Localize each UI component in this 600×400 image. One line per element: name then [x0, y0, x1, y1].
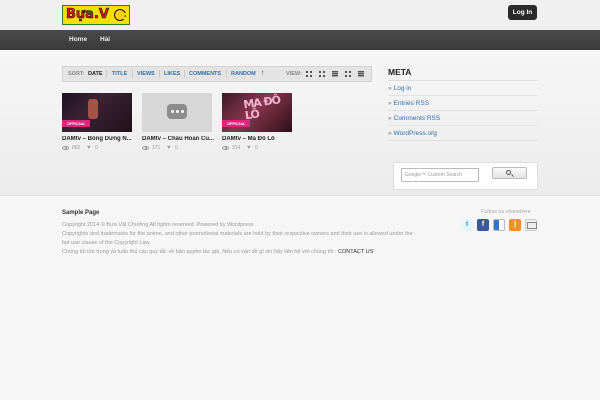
play-button-icon: [167, 104, 187, 119]
video-title[interactable]: DAMtv – Ma Đô Lô: [222, 136, 294, 142]
view-count: 862: [72, 145, 81, 151]
trademark-text-continued: fair use clause of the Copyright Law.: [62, 240, 151, 246]
sort-option-title[interactable]: TITLE: [112, 67, 127, 81]
search-icon: [506, 170, 511, 175]
video-stats: 171 ♥ 0: [142, 145, 214, 153]
divider: [0, 195, 600, 196]
copyright-text: Copyright 2014 © Bựa Vãi Chưởng All righ…: [62, 222, 254, 228]
contact-us-link[interactable]: CONTACT US: [338, 249, 373, 255]
thumbnail-art-text: MA ĐÔ LÔ: [242, 93, 281, 123]
video-title[interactable]: DAMtv – Bống Dưng N...: [62, 136, 134, 142]
sort-option-comments[interactable]: COMMENTS: [189, 67, 221, 81]
copyright-note-text: Chúng tôi tôn trọng và tuân thủ các quy …: [62, 249, 339, 255]
sidebar-title: META: [388, 67, 412, 77]
meta-link-entries-rss[interactable]: Entries RSS: [388, 98, 538, 111]
divider: [106, 70, 107, 78]
divider: [132, 70, 133, 78]
sort-option-date[interactable]: DATE: [88, 67, 103, 81]
sort-option-likes[interactable]: LIKES: [164, 67, 180, 81]
video-stats: 314 ♥ 0: [222, 145, 294, 153]
pacman-icon: [114, 9, 127, 21]
logo-text: Bựa.V: [66, 7, 110, 23]
sort-option-views[interactable]: VIEWS: [137, 67, 155, 81]
video-thumbnail[interactable]: [142, 93, 212, 132]
view-label: VIEW:: [286, 71, 302, 77]
list-compact-view-icon[interactable]: [358, 71, 364, 77]
video-stats: 862 ♥ 0: [62, 145, 134, 153]
rss-icon[interactable]: ): [509, 219, 521, 231]
like-count: 0: [175, 145, 178, 151]
divider: [159, 70, 160, 78]
view-count: 314: [232, 145, 241, 151]
divider: [184, 70, 185, 78]
grid-view-icon[interactable]: [306, 71, 312, 77]
search-input[interactable]: [401, 168, 479, 182]
sort-label: SORT:: [68, 71, 85, 77]
follow-label: Follow us elsewhere: [481, 209, 531, 215]
like-count: 0: [255, 145, 258, 151]
eye-icon: [62, 146, 69, 150]
sort-bar: SORT: DATE TITLE VIEWS LIKES COMMENTS RA…: [62, 66, 372, 82]
official-badge: OFFICIAL: [62, 120, 91, 127]
meta-link-login[interactable]: Log in: [388, 83, 538, 96]
heart-icon: ♥: [247, 145, 251, 151]
copyright-note: Chúng tôi tôn trọng và tuân thủ các quy …: [62, 249, 373, 255]
heart-icon: ♥: [87, 145, 91, 151]
grid-compact-view-icon[interactable]: [345, 71, 351, 77]
heart-icon: ♥: [167, 145, 171, 151]
video-card[interactable]: MA ĐÔ LÔ OFFICIAL DAMtv – Ma Đô Lô 314 ♥…: [222, 93, 294, 153]
meta-link-wordpress[interactable]: WordPress.org: [388, 128, 538, 141]
view-count: 171: [152, 145, 161, 151]
list-view-icon[interactable]: [332, 71, 338, 77]
video-thumbnail[interactable]: MA ĐÔ LÔ OFFICIAL: [222, 93, 292, 132]
grid-large-view-icon[interactable]: [319, 71, 325, 77]
video-thumbnail[interactable]: OFFICIAL: [62, 93, 132, 132]
login-button[interactable]: Log In: [508, 5, 537, 20]
eye-icon: [142, 146, 149, 150]
sort-option-random[interactable]: RANDOM: [231, 67, 256, 81]
video-card[interactable]: OFFICIAL DAMtv – Bống Dưng N... 862 ♥ 0: [62, 93, 134, 153]
nav-item-hai[interactable]: Hài: [100, 30, 110, 50]
eye-icon: [222, 146, 229, 150]
main-nav: Home Hài: [0, 30, 600, 50]
search-widget: [393, 162, 538, 190]
trademark-text: Copyrights and trademarks for the anime,…: [62, 231, 413, 237]
search-button[interactable]: [492, 167, 527, 179]
like-count: 0: [95, 145, 98, 151]
site-logo[interactable]: Bựa.V: [62, 5, 130, 25]
official-badge: OFFICIAL: [222, 120, 251, 127]
video-card[interactable]: DAMtv – Chấu Hoan Cu... 171 ♥ 0: [142, 93, 214, 153]
delicious-icon[interactable]: [493, 219, 505, 231]
facebook-icon[interactable]: f: [477, 219, 489, 231]
twitter-icon[interactable]: t: [461, 219, 473, 231]
nav-item-home[interactable]: Home: [69, 30, 87, 50]
mail-icon[interactable]: [525, 219, 537, 231]
meta-link-comments-rss[interactable]: Comments RSS: [388, 113, 538, 126]
divider: [388, 80, 538, 81]
footer-link-sample-page[interactable]: Sample Page: [62, 210, 99, 216]
sort-direction-icon[interactable]: ↑: [261, 70, 265, 78]
divider: [226, 70, 227, 78]
top-bar: Bựa.V Log In: [0, 0, 600, 30]
video-title[interactable]: DAMtv – Chấu Hoan Cu...: [142, 136, 214, 142]
